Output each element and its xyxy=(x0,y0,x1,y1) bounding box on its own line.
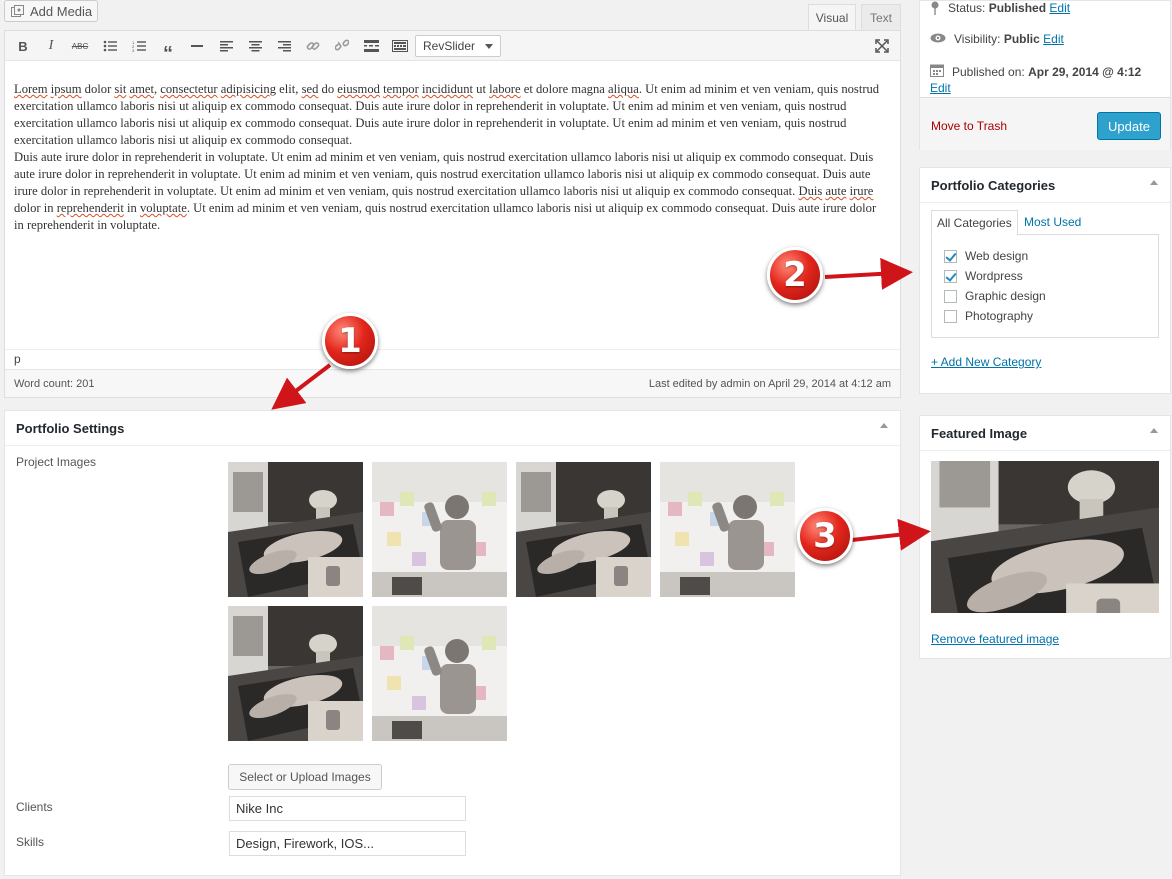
callout-badge-2: 2 xyxy=(767,247,823,303)
callout-arrows xyxy=(271,257,931,551)
arrow-3 xyxy=(851,518,931,551)
callout-badge-1: 1 xyxy=(322,313,378,369)
arrow-2 xyxy=(824,257,913,290)
callout-badge-3: 3 xyxy=(797,508,853,564)
arrow-1 xyxy=(271,363,332,410)
tab-all-categories[interactable]: All Categories xyxy=(931,210,1018,236)
